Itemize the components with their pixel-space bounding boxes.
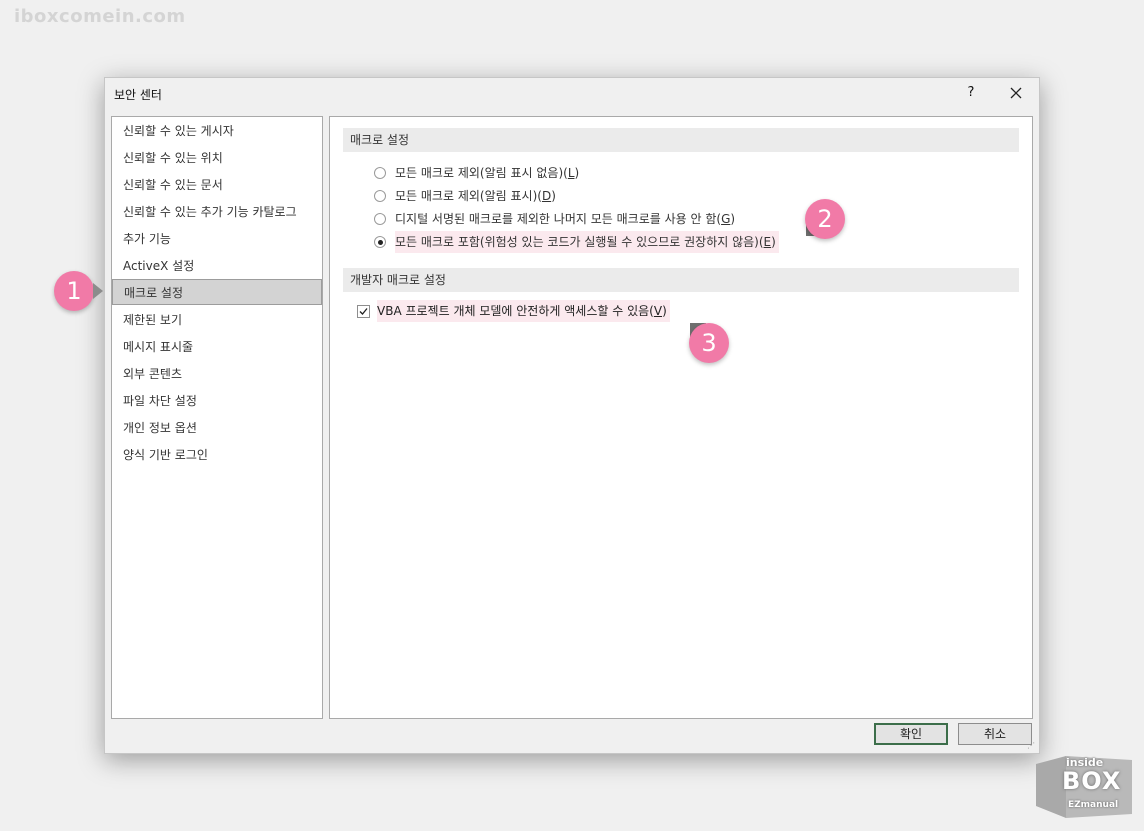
trust-center-dialog: 보안 센터 ? 신뢰할 수 있는 게시자 신뢰할 수 있는 위치 신뢰할 수 있… (104, 77, 1040, 754)
sidebar-item-trusted-addin-catalogs[interactable]: 신뢰할 수 있는 추가 기능 카탈로그 (112, 199, 322, 225)
resize-grip-icon[interactable]: ⋰ (1027, 741, 1035, 750)
sidebar-item-activex[interactable]: ActiveX 설정 (112, 253, 322, 279)
dialog-title: 보안 센터 (114, 88, 162, 102)
ok-button[interactable]: 확인 (874, 723, 948, 745)
cancel-button[interactable]: 취소 (958, 723, 1032, 745)
annotation-badge-3: 3 (689, 323, 729, 363)
sidebar-item-addins[interactable]: 추가 기능 (112, 226, 322, 252)
insidebox-logo: inside BOX EZmanual (1036, 756, 1132, 818)
sidebar-item-message-bar[interactable]: 메시지 표시줄 (112, 334, 322, 360)
sidebar-item-form-sign-in[interactable]: 양식 기반 로그인 (112, 442, 322, 468)
developer-settings-header: 개발자 매크로 설정 (343, 268, 1019, 292)
option-label: 디지털 서명된 매크로를 제외한 나머지 모든 매크로를 사용 안 함(G) (395, 212, 736, 226)
sidebar-item-trusted-publishers[interactable]: 신뢰할 수 있는 게시자 (112, 118, 322, 144)
close-icon (1010, 87, 1022, 99)
settings-panel: 매크로 설정 모든 매크로 제외(알림 표시 없음)(L) 모든 매크로 제외(… (329, 116, 1033, 719)
sidebar-item-protected-view[interactable]: 제한된 보기 (112, 307, 322, 333)
radio-button[interactable] (374, 213, 386, 225)
check-icon (359, 308, 368, 315)
category-list: 신뢰할 수 있는 게시자 신뢰할 수 있는 위치 신뢰할 수 있는 문서 신뢰할… (111, 116, 323, 719)
sidebar-item-external-content[interactable]: 외부 콘텐츠 (112, 361, 322, 387)
annotation-badge-2: 2 (805, 199, 845, 239)
vba-checkbox[interactable] (357, 305, 370, 318)
radio-button[interactable] (374, 167, 386, 179)
sidebar-item-trusted-locations[interactable]: 신뢰할 수 있는 위치 (112, 145, 322, 171)
radio-button-selected[interactable] (374, 236, 386, 248)
radio-button[interactable] (374, 190, 386, 202)
vba-option-label: VBA 프로젝트 개체 모델에 안전하게 액세스할 수 있음(V) (377, 300, 670, 322)
sidebar-item-trusted-documents[interactable]: 신뢰할 수 있는 문서 (112, 172, 322, 198)
option-label: 모든 매크로 제외(알림 표시 없음)(L) (395, 166, 580, 180)
option-label: 모든 매크로 포함(위험성 있는 코드가 실행될 수 있으므로 권장하지 않음)… (395, 231, 779, 253)
logo-line-3: EZmanual (1068, 800, 1119, 810)
title-bar: 보안 센터 ? (105, 78, 1039, 108)
help-button[interactable]: ? (960, 82, 982, 104)
sidebar-item-macro-settings[interactable]: 매크로 설정 (112, 279, 322, 305)
macro-settings-header: 매크로 설정 (343, 128, 1019, 152)
sidebar-item-file-block[interactable]: 파일 차단 설정 (112, 388, 322, 414)
watermark-text: iboxcomein.com (14, 6, 186, 27)
option-label: 모든 매크로 제외(알림 표시)(D) (395, 189, 556, 203)
logo-line-2: BOX (1062, 767, 1122, 795)
annotation-arrow-1 (93, 283, 103, 299)
close-button[interactable] (1003, 82, 1029, 104)
sidebar-item-privacy-options[interactable]: 개인 정보 옵션 (112, 415, 322, 441)
annotation-badge-1: 1 (54, 271, 94, 311)
